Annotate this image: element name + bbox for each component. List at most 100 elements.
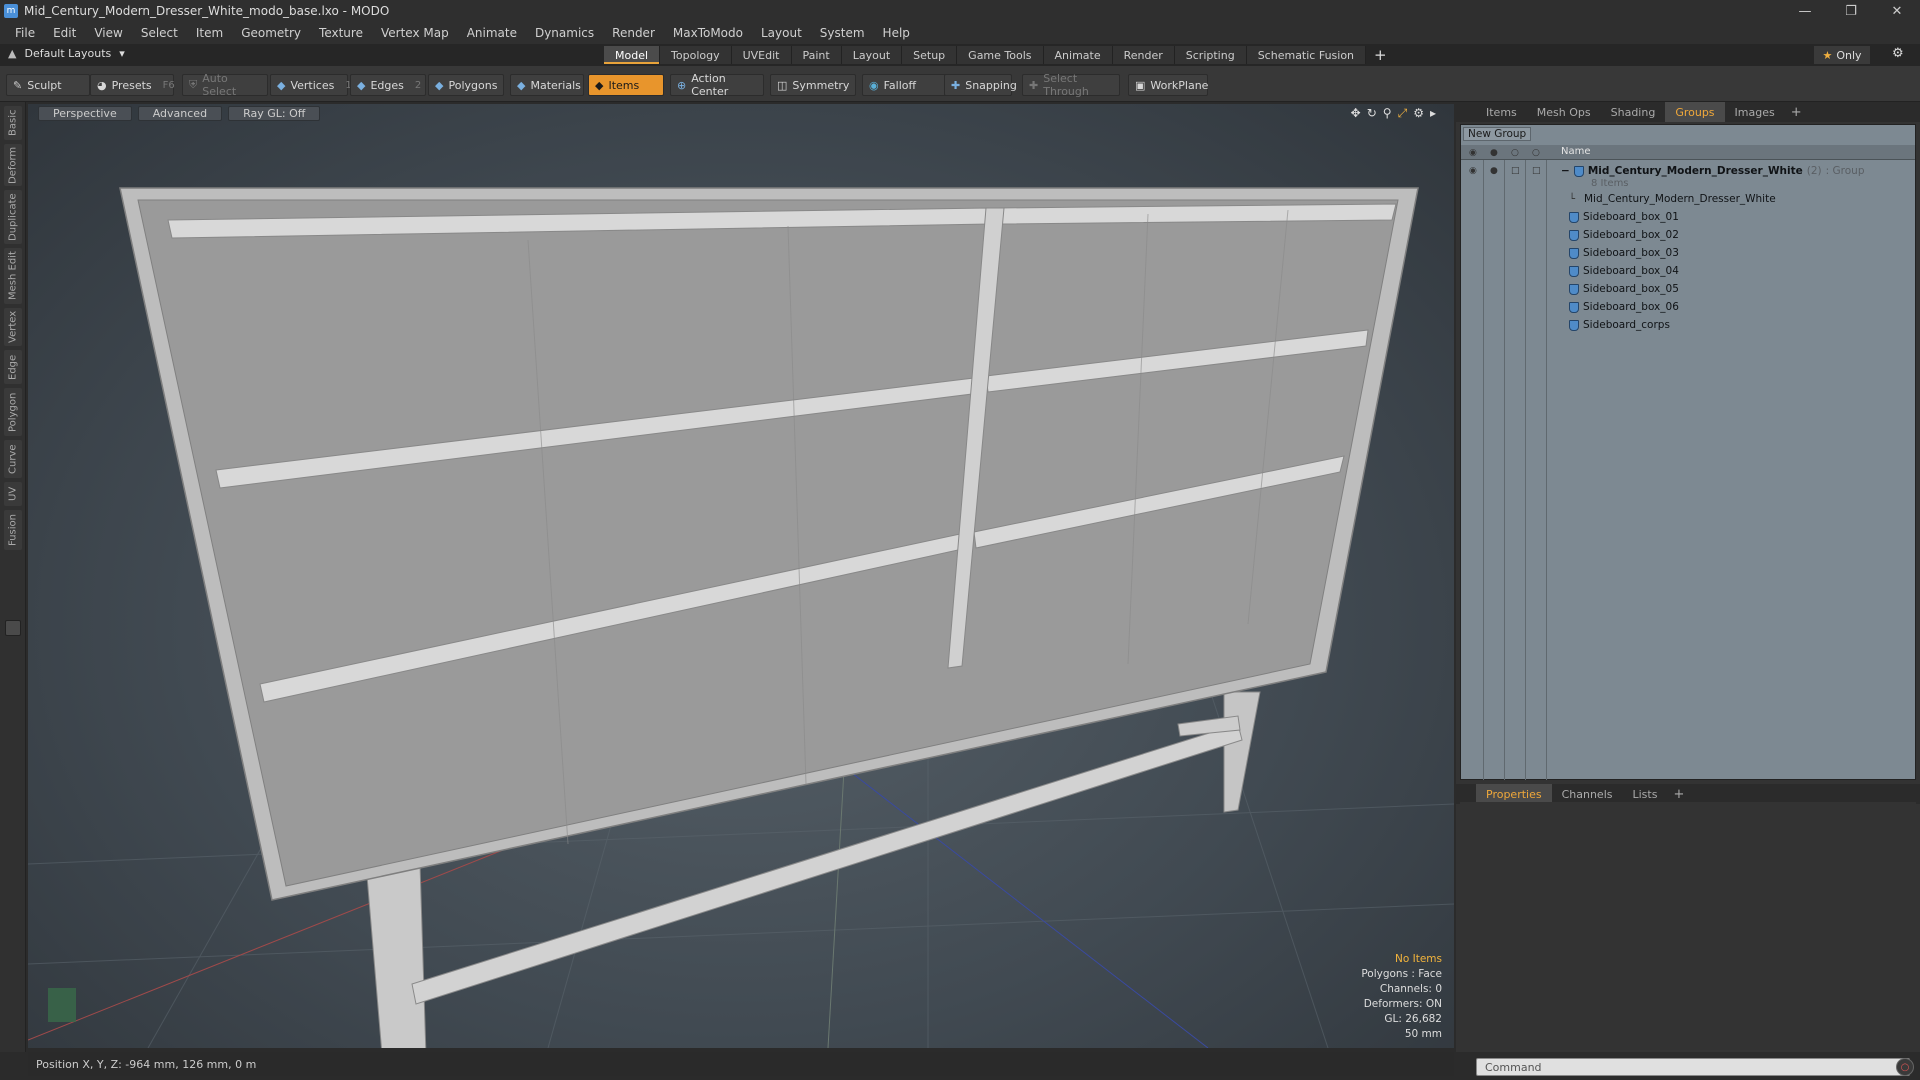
new-group-button[interactable]: New Group bbox=[1463, 127, 1532, 141]
list-item[interactable]: Sideboard_box_04 bbox=[1461, 263, 1915, 281]
menu-file[interactable]: File bbox=[6, 26, 44, 40]
restore-icon[interactable]: ❐ bbox=[1828, 0, 1874, 22]
select-through-button[interactable]: ✚ Select Through bbox=[1022, 72, 1120, 98]
list-item[interactable]: Sideboard_box_06 bbox=[1461, 299, 1915, 317]
tab-schematic-fusion[interactable]: Schematic Fusion bbox=[1246, 46, 1367, 64]
polygons-icon: ◆ bbox=[435, 78, 444, 92]
menu-vertex-map[interactable]: Vertex Map bbox=[372, 26, 458, 40]
polygons-button[interactable]: ◆ Polygons bbox=[428, 74, 504, 96]
layouts-dropdown[interactable]: ▲ Default Layouts ▾ bbox=[8, 47, 125, 60]
shading-mode-button[interactable]: Advanced bbox=[137, 106, 223, 121]
menu-select[interactable]: Select bbox=[132, 26, 187, 40]
gear-icon[interactable]: ⚙ bbox=[1892, 46, 1904, 61]
tab-deform[interactable]: Deform bbox=[4, 144, 22, 186]
symmetry-button[interactable]: ◫ Symmetry bbox=[770, 74, 856, 96]
tab-vertex[interactable]: Vertex bbox=[4, 308, 22, 346]
tab-setup[interactable]: Setup bbox=[902, 46, 958, 64]
tab-scripting[interactable]: Scripting bbox=[1174, 46, 1247, 64]
menu-render[interactable]: Render bbox=[603, 26, 664, 40]
add-tab-icon[interactable]: + bbox=[1374, 46, 1387, 64]
sculpt-button[interactable]: ✎ Sculpt bbox=[6, 74, 90, 96]
falloff-button[interactable]: ◉ Falloff bbox=[862, 74, 948, 96]
zoom-icon[interactable]: ⚲ bbox=[1383, 106, 1392, 121]
raygl-button[interactable]: Ray GL: Off bbox=[228, 106, 321, 121]
tab-model[interactable]: Model bbox=[604, 46, 661, 64]
tab-basic[interactable]: Basic bbox=[4, 106, 22, 140]
tab-uvedit[interactable]: UVEdit bbox=[731, 46, 792, 64]
list-item[interactable]: Sideboard_box_05 bbox=[1461, 281, 1915, 299]
fit-icon[interactable]: ⤢ bbox=[1398, 106, 1408, 121]
list-item[interactable]: └ Mid_Century_Modern_Dresser_White bbox=[1461, 191, 1915, 209]
tab-polygon[interactable]: Polygon bbox=[4, 388, 22, 436]
select-checkbox[interactable]: □ bbox=[1511, 166, 1521, 176]
menu-maxtomodo[interactable]: MaxToModo bbox=[664, 26, 752, 40]
scene-canvas[interactable] bbox=[28, 104, 1454, 1048]
pan-icon[interactable]: ✥ bbox=[1351, 106, 1361, 121]
minimize-icon[interactable]: — bbox=[1782, 0, 1828, 22]
tab-properties[interactable]: Properties bbox=[1476, 784, 1552, 804]
list-item[interactable]: Sideboard_corps bbox=[1461, 317, 1915, 335]
tab-edge[interactable]: Edge bbox=[4, 350, 22, 384]
tab-shading[interactable]: Shading bbox=[1601, 102, 1666, 122]
menu-system[interactable]: System bbox=[811, 26, 874, 40]
list-item[interactable]: Sideboard_box_01 bbox=[1461, 209, 1915, 227]
materials-button[interactable]: ◆ Materials bbox=[510, 74, 584, 96]
tab-layout[interactable]: Layout bbox=[841, 46, 903, 64]
tab-render[interactable]: Render bbox=[1112, 46, 1175, 64]
tab-paint[interactable]: Paint bbox=[791, 46, 842, 64]
tab-game-tools[interactable]: Game Tools bbox=[957, 46, 1044, 64]
add-props-tab-icon[interactable]: + bbox=[1667, 787, 1690, 802]
viewport-expand-icon[interactable]: ▸ bbox=[1430, 106, 1436, 121]
menu-geometry[interactable]: Geometry bbox=[232, 26, 310, 40]
snapping-button[interactable]: ✚ Snapping bbox=[944, 74, 1017, 96]
render-checkbox[interactable]: □ bbox=[1532, 166, 1542, 176]
group-row-root[interactable]: ◉ ● □ □ − Mid_Century_Modern_Dresser_Whi… bbox=[1461, 163, 1915, 189]
falloff-label: Falloff bbox=[883, 78, 917, 92]
menu-view[interactable]: View bbox=[85, 26, 131, 40]
view-mode-button[interactable]: Perspective bbox=[38, 106, 132, 121]
menu-texture[interactable]: Texture bbox=[310, 26, 372, 40]
list-item[interactable]: Sideboard_box_02 bbox=[1461, 227, 1915, 245]
visibility-icon[interactable]: ◉ bbox=[1469, 166, 1479, 176]
menu-edit[interactable]: Edit bbox=[44, 26, 85, 40]
menu-dynamics[interactable]: Dynamics bbox=[526, 26, 603, 40]
viewport-settings-icon[interactable]: ⚙ bbox=[1413, 106, 1424, 121]
vertices-button[interactable]: ◆ Vertices 1 bbox=[270, 74, 352, 96]
tab-duplicate[interactable]: Duplicate bbox=[4, 190, 22, 244]
list-item[interactable]: Sideboard_box_03 bbox=[1461, 245, 1915, 263]
menu-help[interactable]: Help bbox=[874, 26, 919, 40]
edges-button[interactable]: ◆ Edges 2 bbox=[350, 74, 426, 96]
tab-lists[interactable]: Lists bbox=[1623, 784, 1668, 804]
tab-items[interactable]: Items bbox=[1476, 102, 1527, 122]
menu-animate[interactable]: Animate bbox=[458, 26, 526, 40]
tab-topology[interactable]: Topology bbox=[660, 46, 732, 64]
close-icon[interactable]: ✕ bbox=[1874, 0, 1920, 22]
tab-uv[interactable]: UV bbox=[4, 482, 22, 506]
auto-select-button[interactable]: ⛨ Auto Select bbox=[182, 72, 268, 98]
rotate-icon[interactable]: ↻ bbox=[1367, 106, 1377, 121]
tab-toggle-button[interactable] bbox=[5, 620, 21, 636]
menu-item[interactable]: Item bbox=[187, 26, 232, 40]
tab-channels[interactable]: Channels bbox=[1552, 784, 1623, 804]
tab-animate[interactable]: Animate bbox=[1043, 46, 1113, 64]
items-button[interactable]: ◆ Items bbox=[588, 74, 664, 96]
menu-layout[interactable]: Layout bbox=[752, 26, 811, 40]
presets-button[interactable]: ◕ Presets F6 bbox=[90, 74, 175, 96]
3d-viewport[interactable]: Perspective Advanced Ray GL: Off ✥ ↻ ⚲ ⤢… bbox=[28, 104, 1454, 1048]
tab-curve[interactable]: Curve bbox=[4, 440, 22, 478]
tab-fusion[interactable]: Fusion bbox=[4, 510, 22, 550]
tab-mesh-edit[interactable]: Mesh Edit bbox=[4, 248, 22, 304]
only-toggle[interactable]: ★ Only bbox=[1814, 46, 1870, 64]
tab-images[interactable]: Images bbox=[1725, 102, 1785, 122]
command-history-icon[interactable]: ○ bbox=[1896, 1058, 1914, 1076]
tab-groups[interactable]: Groups bbox=[1665, 102, 1725, 122]
properties-panel bbox=[1460, 802, 1916, 1050]
tab-mesh-ops[interactable]: Mesh Ops bbox=[1527, 102, 1601, 122]
lock-icon[interactable]: ● bbox=[1490, 166, 1500, 176]
workplane-button[interactable]: ▣ WorkPlane bbox=[1128, 74, 1208, 96]
command-input[interactable]: Command bbox=[1476, 1058, 1910, 1076]
collapse-icon[interactable]: − bbox=[1561, 165, 1570, 177]
add-panel-tab-icon[interactable]: + bbox=[1785, 105, 1808, 120]
mesh-icon bbox=[1569, 265, 1579, 277]
action-center-button[interactable]: ⊕ Action Center bbox=[670, 72, 764, 98]
